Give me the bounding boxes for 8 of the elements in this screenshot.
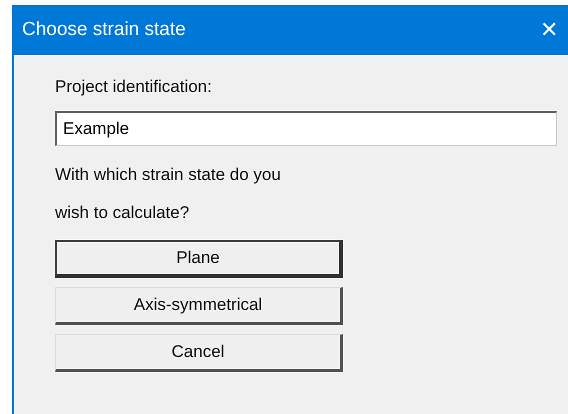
close-button[interactable]: ✕ bbox=[536, 17, 562, 43]
field-label: Project identification: bbox=[55, 77, 213, 97]
dialog-button[interactable]: Cancel bbox=[55, 334, 343, 372]
question-text: With which strain state do you wish to calculate? bbox=[55, 164, 282, 224]
dialog-button[interactable]: Axis-symmetrical bbox=[55, 287, 343, 325]
window-title: Choose strain state bbox=[22, 19, 186, 41]
input-field[interactable]: Example bbox=[55, 111, 557, 146]
dialog-button[interactable]: Plane bbox=[55, 240, 343, 278]
